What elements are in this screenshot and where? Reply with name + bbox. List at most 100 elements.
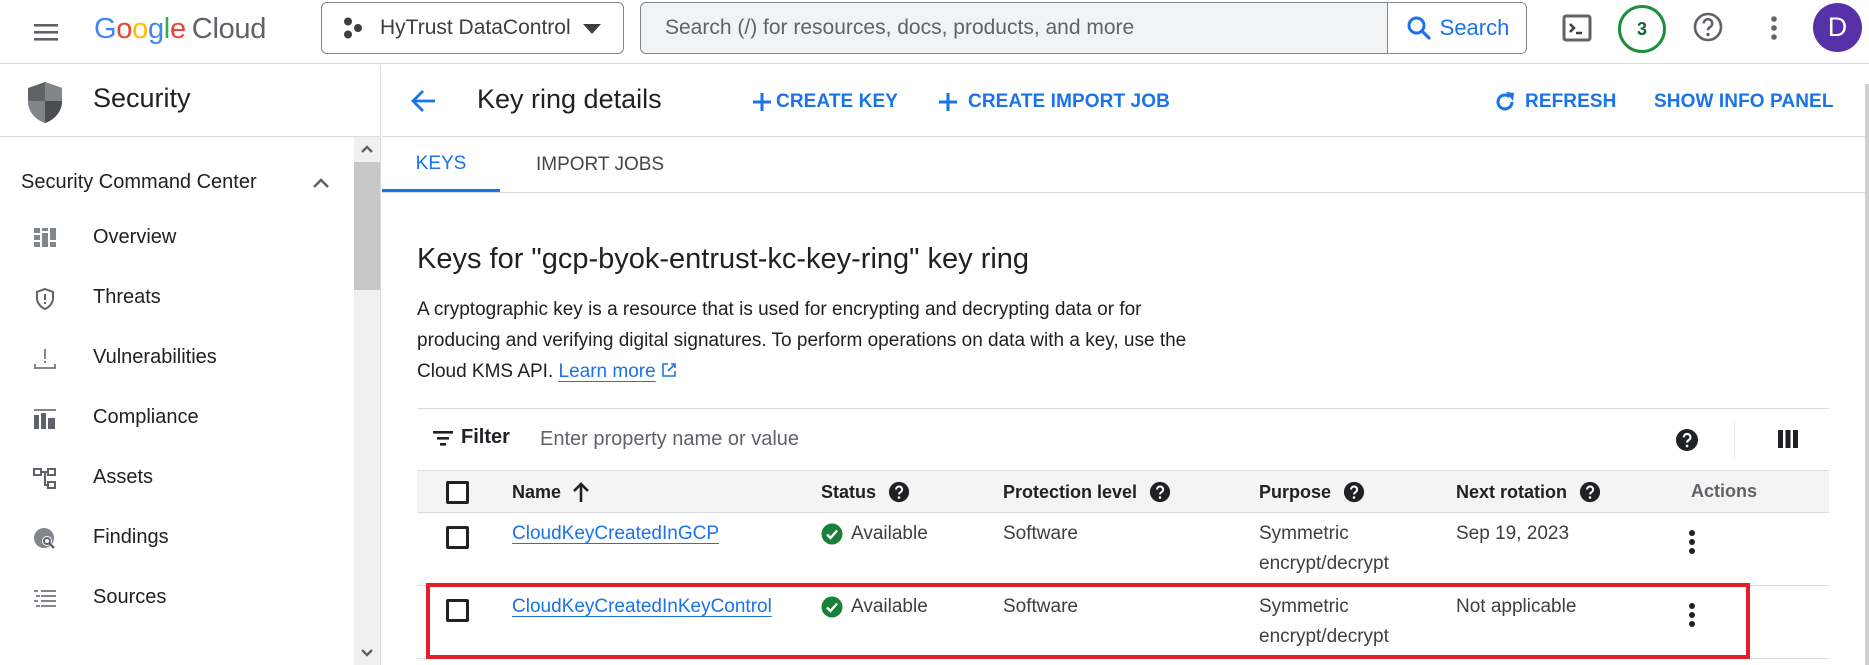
row-checkbox[interactable] — [446, 599, 469, 622]
refresh-icon — [1496, 92, 1514, 111]
purpose-line: encrypt/decrypt — [1259, 626, 1389, 647]
top-app-bar: GoogleCloud HyTrust DataControl Search 3 — [0, 0, 1869, 64]
key-name-link[interactable]: CloudKeyCreatedInKeyControl — [512, 596, 772, 617]
refresh-label: REFRESH — [1525, 91, 1617, 112]
project-selector[interactable]: HyTrust DataControl — [321, 2, 624, 54]
sidebar-item-label: Vulnerabilities — [93, 346, 217, 368]
learn-more-link[interactable]: Learn more — [559, 361, 656, 382]
status-cell: Available — [821, 519, 928, 549]
sidebar-item-overview[interactable]: Overview — [0, 214, 350, 264]
more-options-button[interactable] — [1764, 13, 1784, 43]
help-button[interactable] — [1692, 11, 1724, 43]
tab-bar: KEYS IMPORT JOBS — [382, 138, 1865, 193]
filter-bar: Filter — [417, 408, 1829, 470]
sidebar-item-threats[interactable]: Threats — [0, 274, 350, 324]
column-header-next-rotation: Next rotation — [1456, 481, 1601, 503]
vulnerability-icon — [34, 349, 56, 369]
chevron-down-icon — [361, 649, 373, 657]
security-shield-icon — [28, 82, 62, 123]
help-icon[interactable] — [1149, 481, 1171, 503]
status-text: Available — [851, 596, 928, 617]
select-all-checkbox[interactable] — [446, 481, 469, 504]
tab-keys[interactable]: KEYS — [382, 138, 500, 192]
column-label: Status — [821, 481, 877, 502]
help-icon[interactable] — [1343, 481, 1365, 503]
tab-import-jobs[interactable]: IMPORT JOBS — [536, 138, 664, 192]
create-import-job-label: CREATE IMPORT JOB — [968, 91, 1170, 112]
show-info-panel-label: SHOW INFO PANEL — [1654, 91, 1834, 112]
help-icon[interactable] — [1579, 481, 1601, 503]
check-circle-icon — [821, 523, 843, 545]
sidebar-product-title: Security — [93, 83, 191, 113]
sidebar-header: Security — [0, 65, 380, 137]
scrollbar-thumb[interactable] — [354, 162, 380, 290]
sidebar-item-label: Assets — [93, 466, 154, 488]
google-cloud-logo[interactable]: Google Cloud — [94, 9, 266, 49]
table-row: CloudKeyCreatedInGCP Available Software … — [417, 513, 1829, 586]
protection-level-cell: Software — [1003, 523, 1078, 544]
sidebar-item-assets[interactable]: Assets — [0, 454, 350, 504]
sidebar: Security Security Command Center Overvie… — [0, 65, 381, 665]
purpose-line: Symmetric — [1259, 596, 1349, 617]
sidebar-item-findings[interactable]: Findings — [0, 514, 350, 564]
assets-tree-icon — [33, 468, 56, 489]
sidebar-item-compliance[interactable]: Compliance — [0, 394, 350, 444]
help-icon[interactable] — [1675, 428, 1699, 452]
findings-search-icon — [34, 528, 55, 549]
dashboard-icon — [34, 228, 56, 247]
notifications-button[interactable]: 3 — [1618, 5, 1666, 53]
column-label: Actions — [1691, 481, 1758, 501]
learn-more-label: Learn more — [558, 361, 656, 382]
main-menu-button[interactable] — [30, 16, 62, 48]
key-name-link[interactable]: CloudKeyCreatedInGCP — [512, 523, 719, 544]
show-info-panel-button[interactable]: SHOW INFO PANEL — [1654, 87, 1834, 117]
logo-letter: o — [132, 13, 148, 45]
activate-cloud-shell-button[interactable] — [1562, 13, 1592, 43]
row-actions-button[interactable] — [1682, 527, 1702, 557]
column-label: Purpose — [1259, 481, 1332, 502]
search-button[interactable]: Search — [1387, 3, 1526, 53]
toolbar-divider — [1734, 421, 1735, 459]
column-display-options-icon[interactable] — [1777, 429, 1799, 449]
logo-product-name: Cloud — [191, 13, 267, 45]
search-icon — [1407, 16, 1431, 40]
column-header-purpose: Purpose — [1259, 481, 1365, 503]
row-checkbox[interactable] — [446, 526, 469, 549]
create-import-job-button[interactable]: CREATE IMPORT JOB — [938, 87, 1170, 117]
keys-section-title: Keys for "gcp-byok-entrust-kc-key-ring" … — [417, 243, 1030, 275]
arrow-back-icon — [411, 90, 435, 112]
description-text: A cryptographic key is a resource that i… — [417, 299, 1187, 382]
filter-input[interactable] — [540, 421, 1440, 457]
page-header: Key ring details CREATE KEY CREATE IMPOR… — [382, 65, 1865, 137]
main-scrollbar[interactable] — [1865, 84, 1869, 665]
hamburger-menu-icon — [34, 24, 58, 41]
arrow-upward-sort-icon — [573, 482, 589, 502]
protection-level-cell: Software — [1003, 596, 1078, 617]
refresh-button[interactable]: REFRESH — [1493, 87, 1617, 117]
filter-button[interactable]: Filter — [431, 426, 510, 449]
search-input[interactable] — [641, 3, 1386, 53]
row-actions-button[interactable] — [1682, 600, 1702, 630]
check-circle-icon — [821, 596, 843, 618]
sidebar-scrollbar[interactable] — [354, 137, 380, 665]
sidebar-section-label: Security Command Center — [21, 171, 257, 193]
sidebar-item-sources[interactable]: Sources — [0, 574, 350, 624]
sidebar-section-security-command-center[interactable]: Security Command Center — [21, 171, 331, 201]
column-header-name[interactable]: Name — [512, 481, 591, 503]
column-header-actions: Actions — [1691, 481, 1757, 502]
logo-letter: e — [169, 13, 186, 45]
create-key-button[interactable]: CREATE KEY — [752, 87, 898, 117]
back-button[interactable] — [409, 86, 439, 116]
scroll-down-button[interactable] — [354, 641, 380, 665]
sidebar-item-label: Sources — [93, 586, 167, 608]
help-icon[interactable] — [888, 481, 910, 503]
column-label: Protection level — [1003, 481, 1138, 502]
scroll-up-button[interactable] — [354, 137, 380, 161]
create-key-label: CREATE KEY — [776, 91, 899, 112]
sidebar-item-vulnerabilities[interactable]: Vulnerabilities — [0, 334, 350, 384]
page-title: Key ring details — [477, 84, 662, 114]
sidebar-item-label: Compliance — [93, 406, 199, 428]
account-avatar[interactable]: D — [1813, 3, 1862, 52]
main-content: Key ring details CREATE KEY CREATE IMPOR… — [382, 65, 1869, 665]
more-vert-icon — [1689, 603, 1695, 627]
